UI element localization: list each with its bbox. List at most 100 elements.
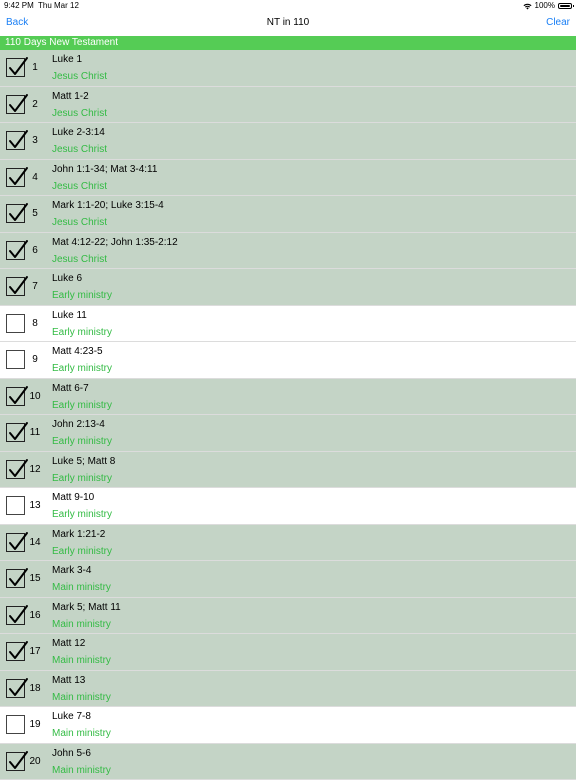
list-item[interactable]: 9 Matt 4:23-5 Early ministry [0,342,576,379]
list-item[interactable]: 20 John 5-6 Main ministry [0,744,576,780]
reading-category: Jesus Christ [52,70,107,83]
checked-checkbox[interactable] [6,569,25,588]
day-number: 16 [26,598,44,634]
checked-checkbox[interactable] [6,277,25,296]
list-item[interactable]: 6Mat 4:12-22; John 1:35-2:12Jesus Christ [0,233,576,270]
clear-button[interactable]: Clear [546,12,570,34]
reading-category: Main ministry [52,764,111,777]
unchecked-checkbox[interactable] [6,350,25,369]
reading-category: Main ministry [52,618,111,631]
day-number: 15 [26,561,44,597]
reading-passage: Luke 6 [52,272,82,285]
checked-checkbox[interactable] [6,95,25,114]
reading-passage: Luke 5; Matt 8 [52,455,115,468]
checked-checkbox[interactable] [6,58,25,77]
day-number: 6 [26,233,44,269]
checked-checkbox[interactable] [6,533,25,552]
status-right: 100% [523,0,572,12]
section-header: 110 Days New Testament [0,36,576,50]
day-number: 13 [26,488,44,524]
reading-category: Main ministry [52,691,111,704]
reading-passage: Luke 2-3:14 [52,126,105,139]
list-item[interactable]: 16Mark 5; Matt 11Main ministry [0,598,576,635]
day-number: 18 [26,671,44,707]
list-item[interactable]: 15 Mark 3-4 Main ministry [0,561,576,598]
reading-passage: Matt 9-10 [52,491,94,504]
day-number: 10 [26,379,44,415]
day-number: 19 [26,707,44,743]
list-item[interactable]: 3Luke 2-3:14Jesus Christ [0,123,576,160]
checked-checkbox[interactable] [6,606,25,625]
list-item[interactable]: 14Mark 1:21-2Early ministry [0,525,576,562]
checked-checkbox[interactable] [6,642,25,661]
reading-passage: Mark 3-4 [52,564,91,577]
list-item[interactable]: 2 Matt 1-2 Jesus Christ [0,87,576,124]
reading-category: Early ministry [52,472,112,485]
reading-passage: John 1:1-34; Mat 3-4:11 [52,163,157,176]
reading-passage: John 2:13-4 [52,418,105,431]
list-item[interactable]: 4 John 1:1-34; Mat 3-4:11 Jesus Christ [0,160,576,197]
list-item[interactable]: 19 Luke 7-8 Main ministry [0,707,576,744]
reading-category: Jesus Christ [52,180,107,193]
page-title: NT in 110 [0,12,576,34]
reading-passage: Mark 1:1-20; Luke 3:15-4 [52,199,164,212]
list-item[interactable]: 18Matt 13Main ministry [0,671,576,708]
reading-passage: Matt 4:23-5 [52,345,103,358]
reading-category: Early ministry [52,289,112,302]
battery-percent: 100% [535,0,555,12]
day-number: 3 [26,123,44,159]
reading-passage: Mat 4:12-22; John 1:35-2:12 [52,236,178,249]
reading-category: Early ministry [52,362,112,375]
list-item[interactable]: 13 Matt 9-10 Early ministry [0,488,576,525]
reading-passage: Luke 7-8 [52,710,91,723]
list-item[interactable]: 5 Mark 1:1-20; Luke 3:15-4 Jesus Christ [0,196,576,233]
day-number: 4 [26,160,44,196]
checked-checkbox[interactable] [6,131,25,150]
unchecked-checkbox[interactable] [6,715,25,734]
reading-category: Jesus Christ [52,107,107,120]
reading-category: Main ministry [52,581,111,594]
reading-category: Early ministry [52,399,112,412]
reading-plan-list[interactable]: 1Luke 1Jesus Christ2Matt 1-2Jesus Christ… [0,50,576,780]
list-item[interactable]: 8 Luke 11 Early ministry [0,306,576,343]
reading-category: Early ministry [52,545,112,558]
checked-checkbox[interactable] [6,241,25,260]
list-item[interactable]: 10 Matt 6-7 Early ministry [0,379,576,416]
list-item[interactable]: 7 Luke 6 Early ministry [0,269,576,306]
battery-icon [558,3,572,9]
list-item[interactable]: 11John 2:13-4Early ministry [0,415,576,452]
day-number: 5 [26,196,44,232]
checked-checkbox[interactable] [6,423,25,442]
day-number: 8 [26,306,44,342]
reading-passage: Luke 11 [52,309,87,322]
day-number: 14 [26,525,44,561]
reading-passage: Matt 1-2 [52,90,89,103]
day-number: 1 [26,50,44,86]
day-number: 7 [26,269,44,305]
checked-checkbox[interactable] [6,679,25,698]
day-number: 2 [26,87,44,123]
reading-category: Early ministry [52,508,112,521]
reading-passage: Matt 12 [52,637,85,650]
checked-checkbox[interactable] [6,387,25,406]
day-number: 17 [26,634,44,670]
day-number: 9 [26,342,44,378]
reading-category: Main ministry [52,727,111,740]
day-number: 12 [26,452,44,488]
list-item[interactable]: 12 Luke 5; Matt 8 Early ministry [0,452,576,489]
unchecked-checkbox[interactable] [6,314,25,333]
reading-passage: Matt 6-7 [52,382,89,395]
reading-passage: John 5-6 [52,747,91,760]
unchecked-checkbox[interactable] [6,496,25,515]
checked-checkbox[interactable] [6,204,25,223]
wifi-icon [523,3,532,10]
day-number: 20 [26,744,44,780]
list-item[interactable]: 1Luke 1Jesus Christ [0,50,576,87]
status-bar: 9:42 PM Thu Mar 12 100% [0,0,576,12]
checked-checkbox[interactable] [6,168,25,187]
reading-category: Jesus Christ [52,216,107,229]
checked-checkbox[interactable] [6,460,25,479]
reading-category: Early ministry [52,326,112,339]
list-item[interactable]: 17Matt 12Main ministry [0,634,576,671]
status-date: Thu Mar 12 [38,0,79,12]
